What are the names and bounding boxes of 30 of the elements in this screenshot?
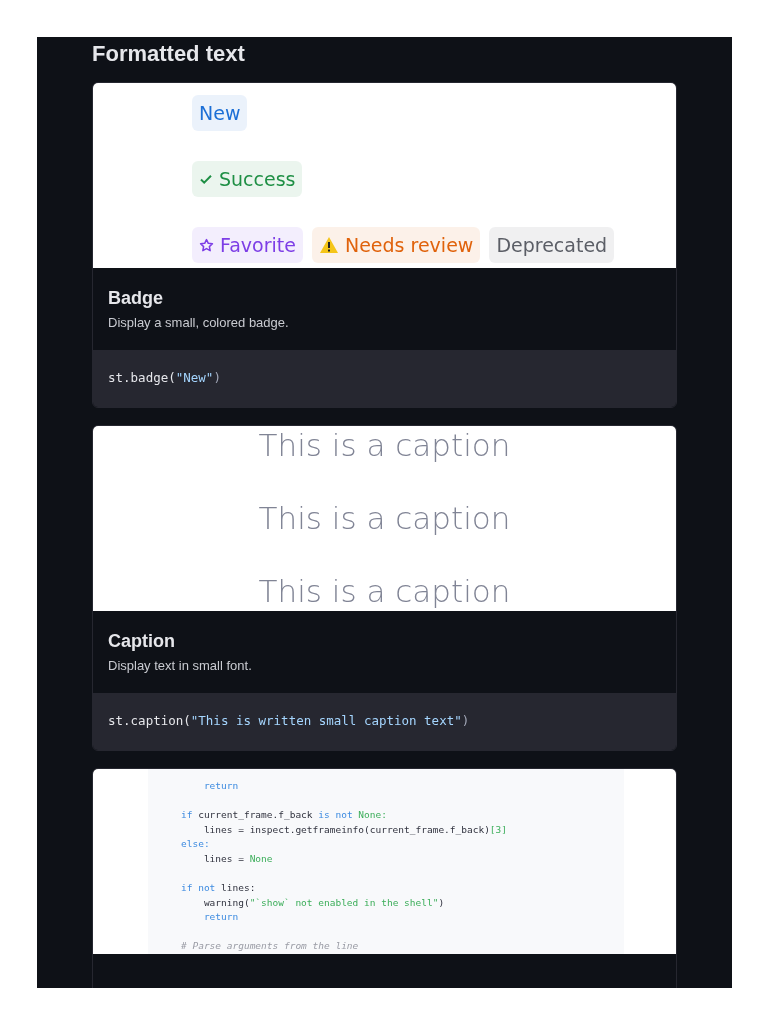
code-snippet: st.caption("This is written small caption text"): [93, 693, 676, 750]
card-description: Display a small, colored badge.: [108, 315, 290, 330]
card-description: Display text in small font.: [108, 658, 253, 673]
caption-text: This is a caption: [258, 426, 511, 465]
code-line: lines = inspect.getframeinfo(current_frame.f_back)[3]: [202, 822, 509, 837]
caption-text: This is a caption: [258, 499, 511, 538]
code-line: lines = None: [202, 851, 274, 866]
card-title: Badge: [108, 288, 164, 309]
badge: Success: [192, 161, 303, 197]
section-title: Formatted text: [92, 40, 246, 68]
example-card[interactable]: [92, 768, 677, 988]
example-card[interactable]: New Success Favorite Needs review Deprecated Badge Display a small, colored badge. st.badge("New"): [92, 82, 677, 408]
code-line: if not lines:: [181, 881, 257, 896]
code-line: return: [202, 778, 240, 793]
code-line: if current_frame.f_back is not None:: [181, 808, 388, 823]
code-line: else:: [181, 837, 211, 852]
badge: Deprecated: [489, 227, 615, 263]
badge: Needs review: [311, 227, 481, 263]
badge: New: [192, 95, 248, 131]
example-card[interactable]: This is a caption This is a caption This is a caption Caption Display text in small font. st.caption("This is written small caption text"): [92, 425, 677, 751]
code-snippet: st.badge("New"): [93, 350, 676, 407]
code-line: return: [202, 910, 240, 925]
badge: Favorite: [192, 227, 303, 263]
warning-icon: [318, 236, 339, 254]
caption-text: This is a caption: [258, 572, 511, 611]
card-title: Caption: [108, 631, 176, 652]
check-icon: [199, 172, 213, 186]
code-line: # Parse arguments from the line: [181, 939, 360, 954]
star-icon: [199, 237, 214, 253]
code-line: warning("`show` not enabled in the shell"): [202, 895, 446, 910]
